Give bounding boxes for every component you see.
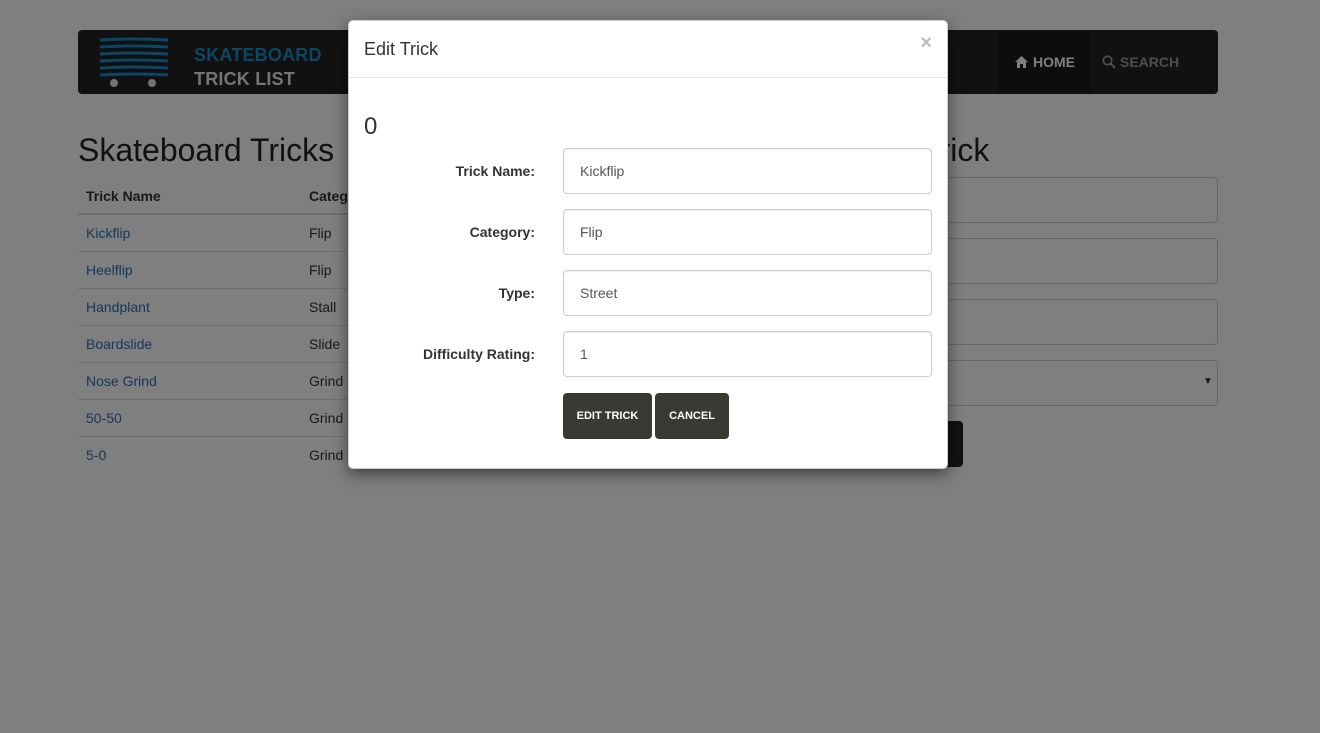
category-label: Category: — [469, 224, 535, 240]
modal-header: Edit Trick × — [349, 21, 947, 78]
form-row-difficulty: Difficulty Rating: — [349, 331, 949, 377]
trick-name-label: Trick Name: — [455, 163, 535, 179]
edit-trick-modal: Edit Trick × 0 Trick Name: Category: Typ… — [348, 20, 948, 469]
edit-trick-button[interactable]: EDIT TRICK — [563, 393, 652, 439]
difficulty-field[interactable] — [563, 331, 932, 377]
close-icon[interactable]: × — [920, 33, 932, 53]
form-row-trick-name: Trick Name: — [349, 148, 949, 194]
form-row-category: Category: — [349, 209, 949, 255]
trick-id: 0 — [364, 113, 378, 140]
form-row-type: Type: — [349, 270, 949, 316]
trick-name-field[interactable] — [563, 148, 932, 194]
modal-title: Edit Trick — [364, 39, 439, 59]
difficulty-label: Difficulty Rating: — [423, 346, 535, 362]
cancel-button[interactable]: CANCEL — [655, 393, 729, 439]
category-field[interactable] — [563, 209, 932, 255]
type-label: Type: — [498, 285, 535, 301]
type-field[interactable] — [563, 270, 932, 316]
